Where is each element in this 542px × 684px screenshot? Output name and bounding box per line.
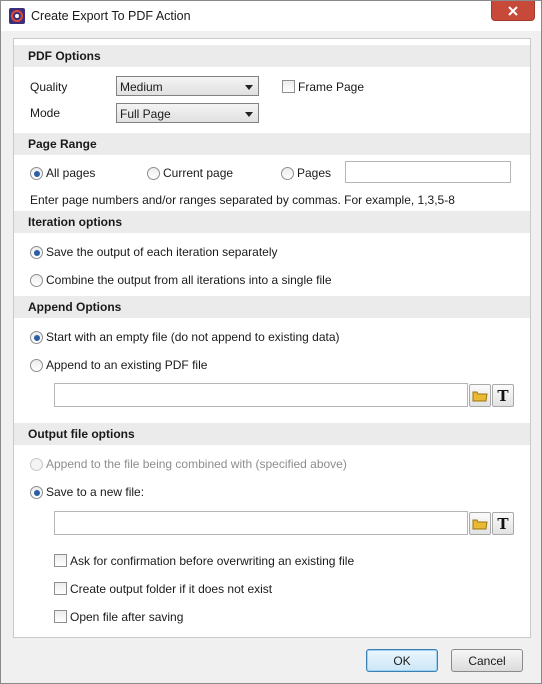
all-pages-label: All pages [46,166,96,180]
output-file-options-header: Output file options [14,423,530,445]
window-title: Create Export To PDF Action [31,9,191,23]
iteration-separate-label: Save the output of each iteration separa… [46,245,278,259]
quality-select-value: Medium [120,80,163,94]
append-existing-label: Append to an existing PDF file [46,358,208,372]
create-folder-checkbox[interactable] [54,582,67,595]
dialog-window: Create Export To PDF Action PDF Options … [0,0,542,684]
output-append-combined-label: Append to the file being combined with (… [46,457,347,471]
append-text-variable-button[interactable]: T [492,384,514,407]
quality-select[interactable]: Medium [116,76,259,96]
quality-label: Quality [30,80,68,94]
app-logo-icon [9,8,25,24]
options-panel: PDF Options Quality Medium Frame Page Mo… [13,38,531,638]
chevron-down-icon [245,85,253,90]
ok-button[interactable]: OK [366,649,438,672]
page-range-hint: Enter page numbers and/or ranges separat… [30,193,455,207]
folder-icon [472,519,488,529]
iteration-separate-radio[interactable] [30,246,43,259]
iteration-combine-radio[interactable] [30,274,43,287]
pdf-options-header: PDF Options [14,45,530,67]
mode-select-value: Full Page [120,107,171,121]
open-after-checkbox[interactable] [54,610,67,623]
current-page-radio[interactable] [147,167,160,180]
text-t-icon: T [497,514,509,533]
output-append-combined-radio [30,458,43,471]
close-button[interactable] [491,1,535,21]
mode-select[interactable]: Full Page [116,103,259,123]
output-save-new-radio[interactable] [30,486,43,499]
close-icon [508,5,518,16]
output-save-new-label: Save to a new file: [46,485,145,499]
frame-page-checkbox[interactable] [282,80,295,93]
output-browse-button[interactable] [469,512,491,535]
append-empty-label: Start with an empty file (do not append … [46,330,340,344]
ask-confirm-checkbox[interactable] [54,554,67,567]
cancel-button[interactable]: Cancel [451,649,523,672]
pages-input[interactable] [345,161,511,183]
iteration-options-header: Iteration options [14,211,530,233]
append-options-header: Append Options [14,296,530,318]
append-existing-radio[interactable] [30,359,43,372]
pages-radio[interactable] [281,167,294,180]
ask-confirm-label: Ask for confirmation before overwriting … [70,554,355,568]
page-range-header: Page Range [14,133,530,155]
mode-label: Mode [30,106,61,120]
create-folder-label: Create output folder if it does not exis… [70,582,273,596]
output-file-path-input[interactable] [54,511,468,535]
current-page-label: Current page [163,166,234,180]
append-browse-button[interactable] [469,384,491,407]
open-after-label: Open file after saving [70,610,184,624]
append-file-path-input[interactable] [54,383,468,407]
append-empty-radio[interactable] [30,331,43,344]
chevron-down-icon [245,112,253,117]
pages-label: Pages [297,166,332,180]
iteration-combine-label: Combine the output from all iterations i… [46,273,332,287]
folder-icon [472,391,488,401]
title-bar: Create Export To PDF Action [1,1,541,31]
frame-page-label: Frame Page [298,80,365,94]
all-pages-radio[interactable] [30,167,43,180]
output-text-variable-button[interactable]: T [492,512,514,535]
text-t-icon: T [497,386,509,405]
